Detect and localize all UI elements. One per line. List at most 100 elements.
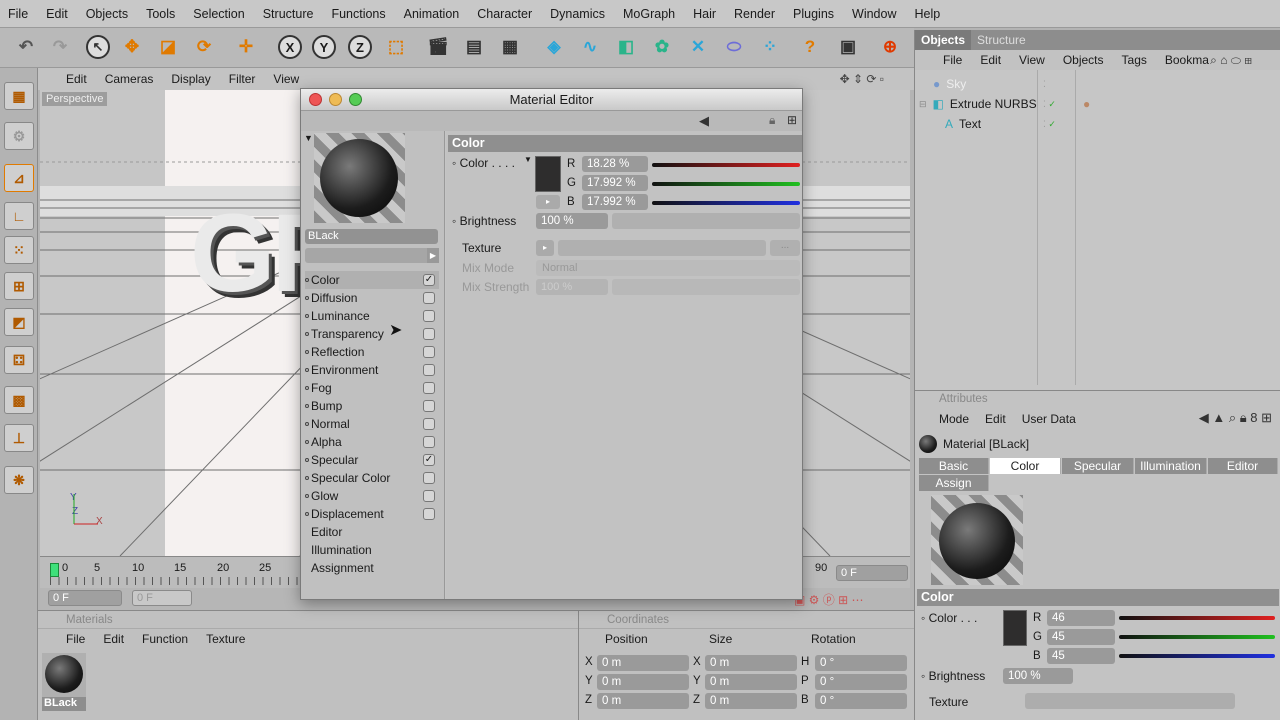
checker-icon[interactable]: ▩: [4, 386, 34, 414]
obj-menu-view[interactable]: View: [1019, 53, 1045, 67]
texture-mode-icon[interactable]: ⚙: [4, 122, 34, 150]
sculpt-icon[interactable]: ❋: [4, 466, 34, 494]
material-tag-icon[interactable]: ●: [1083, 97, 1090, 111]
channel-fog[interactable]: Fog: [305, 379, 439, 397]
vp-menu-cameras[interactable]: Cameras: [105, 72, 154, 86]
coord-field[interactable]: 0 °: [815, 674, 907, 690]
attributes-nav-icons[interactable]: ◀ ▲ ⌕ 🔒︎ 8 ⊞: [1199, 410, 1272, 426]
rotate-tool-icon[interactable]: ⟳: [190, 32, 218, 62]
edges-mode-icon[interactable]: ⊞: [4, 272, 34, 300]
coord-field[interactable]: 0 m: [705, 674, 797, 690]
channel-alpha[interactable]: Alpha: [305, 433, 439, 451]
lock-icon[interactable]: 🔒︎: [769, 113, 775, 128]
dropdown-arrow-icon[interactable]: ▶: [427, 248, 439, 263]
me-mix-strength-field[interactable]: 100 %: [536, 279, 608, 295]
channel-reflection[interactable]: Reflection: [305, 343, 439, 361]
attr-r-slider[interactable]: [1119, 616, 1275, 620]
attr-tab-illumination[interactable]: Illumination: [1135, 458, 1207, 474]
attr-brightness-field[interactable]: 100 %: [1003, 668, 1073, 684]
attr-b-slider[interactable]: [1119, 654, 1275, 658]
axis-mode-icon[interactable]: ⊿: [4, 164, 34, 192]
redo-icon[interactable]: ↷: [46, 32, 74, 62]
deformer-icon[interactable]: ✕: [684, 32, 712, 62]
x-axis-icon[interactable]: X: [276, 32, 304, 62]
menu-selection[interactable]: Selection: [193, 7, 244, 21]
menu-file[interactable]: File: [8, 7, 28, 21]
channel-specular-color[interactable]: Specular Color: [305, 469, 439, 487]
visibility-dots-icon[interactable]: ⁚ ✓: [1043, 119, 1056, 130]
me-r-slider[interactable]: [652, 163, 800, 167]
live-select-icon[interactable]: ✛: [232, 32, 260, 62]
render-settings-icon[interactable]: ▦: [496, 32, 524, 62]
channel-assignment[interactable]: Assignment: [305, 559, 439, 577]
scene-icon[interactable]: ⬭: [720, 32, 748, 62]
menu-window[interactable]: Window: [852, 7, 896, 21]
polygons-mode-icon[interactable]: ◩: [4, 308, 34, 336]
points-mode-icon[interactable]: ⁙: [4, 236, 34, 264]
obj-menu-objects[interactable]: Objects: [1063, 53, 1104, 67]
model-mode-icon[interactable]: ▦: [4, 82, 34, 110]
help-icon[interactable]: ?: [796, 32, 824, 62]
channel-checkbox[interactable]: [423, 382, 435, 394]
channel-specular[interactable]: Specular ✓: [305, 451, 439, 469]
menu-structure[interactable]: Structure: [263, 7, 314, 21]
record-controls-icons[interactable]: ▣ ⚙ ⓟ ⊞ ⋯: [794, 591, 864, 608]
tab-objects[interactable]: Objects: [915, 30, 972, 50]
scale-tool-icon[interactable]: ◪: [154, 32, 182, 62]
coord-field[interactable]: 0 m: [597, 674, 689, 690]
channel-checkbox[interactable]: [423, 490, 435, 502]
layout-icon[interactable]: ▣: [834, 32, 862, 62]
attr-g-slider[interactable]: [1119, 635, 1275, 639]
channel-editor[interactable]: Editor: [305, 523, 439, 541]
object-row-sky[interactable]: ● Sky ⁚: [915, 74, 1280, 94]
obj-menu-edit[interactable]: Edit: [980, 53, 1001, 67]
visibility-dots-icon[interactable]: ⁚: [1043, 79, 1046, 90]
coord-field[interactable]: 0 m: [705, 655, 797, 671]
attr-menu-user-data[interactable]: User Data: [1022, 412, 1076, 426]
array-icon[interactable]: ✿: [648, 32, 676, 62]
channel-illumination[interactable]: Illumination: [305, 541, 439, 559]
channel-displacement[interactable]: Displacement: [305, 505, 439, 523]
viewport-nav-icons[interactable]: ✥ ⇕ ⟳ ▫: [840, 72, 884, 86]
attr-tab-color[interactable]: Color: [990, 458, 1061, 474]
material-editor-titlebar[interactable]: Material Editor: [301, 89, 802, 111]
tab-structure[interactable]: Structure: [971, 30, 1032, 50]
spline-icon[interactable]: ∿: [576, 32, 604, 62]
attr-r-field[interactable]: 46: [1047, 610, 1115, 626]
y-axis-icon[interactable]: Y: [310, 32, 338, 62]
attr-texture-field[interactable]: [1025, 693, 1235, 709]
z-axis-icon[interactable]: Z: [346, 32, 374, 62]
channel-checkbox[interactable]: [423, 436, 435, 448]
me-mix-strength-slider[interactable]: [612, 279, 800, 295]
attr-g-field[interactable]: 45: [1047, 629, 1115, 645]
attr-tab-assign[interactable]: Assign: [919, 475, 989, 491]
close-window-icon[interactable]: [309, 93, 322, 106]
mat-menu-texture[interactable]: Texture: [206, 632, 245, 646]
menu-hair[interactable]: Hair: [693, 7, 716, 21]
attr-b-field[interactable]: 45: [1047, 648, 1115, 664]
particle-icon[interactable]: ⁘: [756, 32, 784, 62]
undo-icon[interactable]: ↶: [12, 32, 40, 62]
channel-color[interactable]: Color ✓: [305, 271, 439, 289]
vp-menu-display[interactable]: Display: [171, 72, 210, 86]
menu-mograph[interactable]: MoGraph: [623, 7, 675, 21]
move-tool-icon[interactable]: ✥: [118, 32, 146, 62]
me-color-swatch[interactable]: [535, 156, 561, 192]
channel-environment[interactable]: Environment: [305, 361, 439, 379]
me-r-field[interactable]: 18.28 %: [582, 156, 648, 172]
collapse-icon[interactable]: ⊟: [919, 99, 927, 110]
channel-glow[interactable]: Glow: [305, 487, 439, 505]
menu-tools[interactable]: Tools: [146, 7, 175, 21]
me-g-slider[interactable]: [652, 182, 800, 186]
me-brightness-slider[interactable]: [612, 213, 800, 229]
channel-checkbox[interactable]: [423, 346, 435, 358]
channel-checkbox[interactable]: [423, 364, 435, 376]
mat-menu-file[interactable]: File: [66, 632, 85, 646]
channel-checkbox[interactable]: ✓: [423, 454, 435, 466]
menu-render[interactable]: Render: [734, 7, 775, 21]
attr-tab-editor[interactable]: Editor: [1208, 458, 1278, 474]
menu-dynamics[interactable]: Dynamics: [550, 7, 605, 21]
select-tool-icon[interactable]: ↖: [84, 32, 112, 62]
channel-diffusion[interactable]: Diffusion: [305, 289, 439, 307]
me-brightness-field[interactable]: 100 %: [536, 213, 608, 229]
